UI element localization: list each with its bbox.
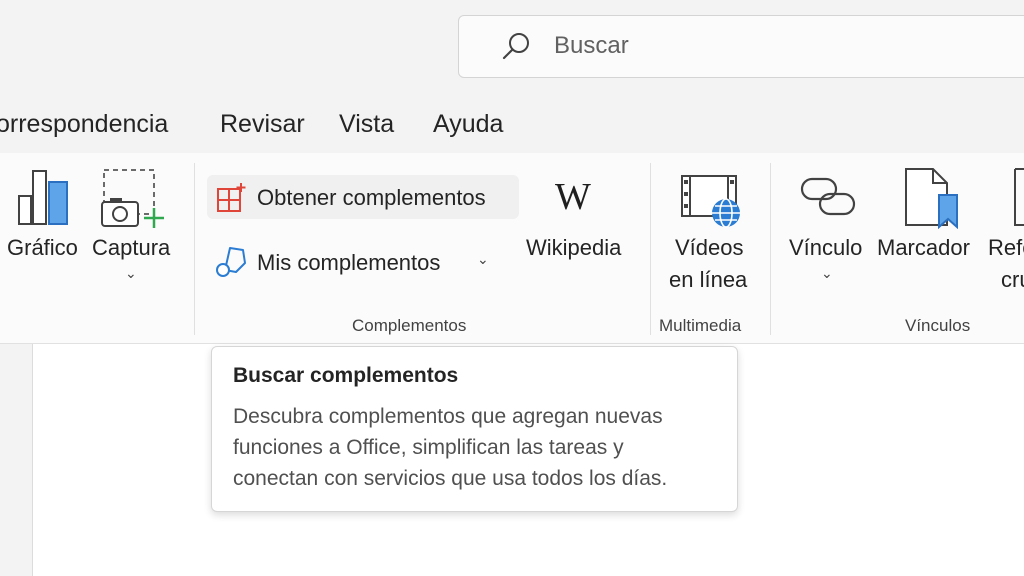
wikipedia-label: Wikipedia	[526, 235, 622, 260]
group-separator	[650, 163, 651, 335]
tooltip-line: Descubra complementos que agregan nuevas	[233, 405, 663, 428]
my-addins-icon	[216, 247, 246, 277]
tooltip-line: conectan con servicios que usa todos los…	[233, 467, 668, 490]
tooltip-description: Descubra complementos que agregan nuevas…	[233, 401, 723, 494]
group-label-complementos: Complementos	[352, 316, 467, 335]
get-addins-button[interactable]: Obtener complementos	[207, 175, 519, 219]
chevron-down-icon[interactable]: ⌄	[821, 265, 833, 282]
tab-vista[interactable]: Vista	[339, 110, 394, 139]
ribbon: Gráfico Captura ⌄ Obtener complementos M…	[0, 153, 1024, 344]
cross-reference-label-line1: Refe	[988, 235, 1024, 260]
ribbon-tabs: orrespondencia Revisar Vista Ayuda	[0, 100, 1024, 152]
cross-reference-icon	[1014, 168, 1024, 226]
online-video-label-line1: Vídeos	[675, 235, 744, 260]
group-separator	[770, 163, 771, 335]
screenshot-label: Captura	[92, 235, 171, 260]
bookmark-label: Marcador	[877, 235, 970, 260]
online-video-label-line2: en línea	[669, 267, 748, 292]
bar-chart-icon	[18, 170, 68, 225]
group-label-multimedia: Multimedia	[659, 316, 742, 335]
title-bar: Buscar	[0, 0, 1024, 100]
group-separator	[194, 163, 195, 335]
link-label: Vínculo	[789, 235, 863, 260]
chevron-down-icon[interactable]: ⌄	[125, 265, 137, 282]
link-icon	[800, 177, 856, 216]
group-label-vinculos: Vínculos	[905, 316, 971, 335]
tooltip: Buscar complementos Descubra complemento…	[211, 346, 738, 512]
tooltip-line: funciones a Office, simplifican las tare…	[233, 436, 624, 459]
tab-ayuda[interactable]: Ayuda	[433, 110, 503, 139]
wikipedia-icon: W	[555, 176, 591, 218]
search-box[interactable]: Buscar	[458, 15, 1024, 78]
get-addins-label: Obtener complementos	[257, 185, 486, 210]
tab-correspondencia[interactable]: orrespondencia	[0, 110, 168, 139]
my-addins-label: Mis complementos	[257, 250, 441, 275]
screenshot-icon	[101, 169, 164, 228]
search-placeholder: Buscar	[554, 32, 629, 59]
tab-revisar[interactable]: Revisar	[220, 110, 305, 139]
tooltip-title: Buscar complementos	[233, 364, 459, 387]
online-video-icon	[681, 175, 740, 228]
chart-label: Gráfico	[7, 235, 78, 260]
bookmark-icon	[905, 168, 958, 229]
search-icon	[502, 33, 529, 60]
chevron-down-icon[interactable]: ⌄	[477, 251, 489, 268]
cross-reference-label-line2: cru	[1001, 267, 1024, 292]
get-addins-icon	[217, 183, 246, 212]
